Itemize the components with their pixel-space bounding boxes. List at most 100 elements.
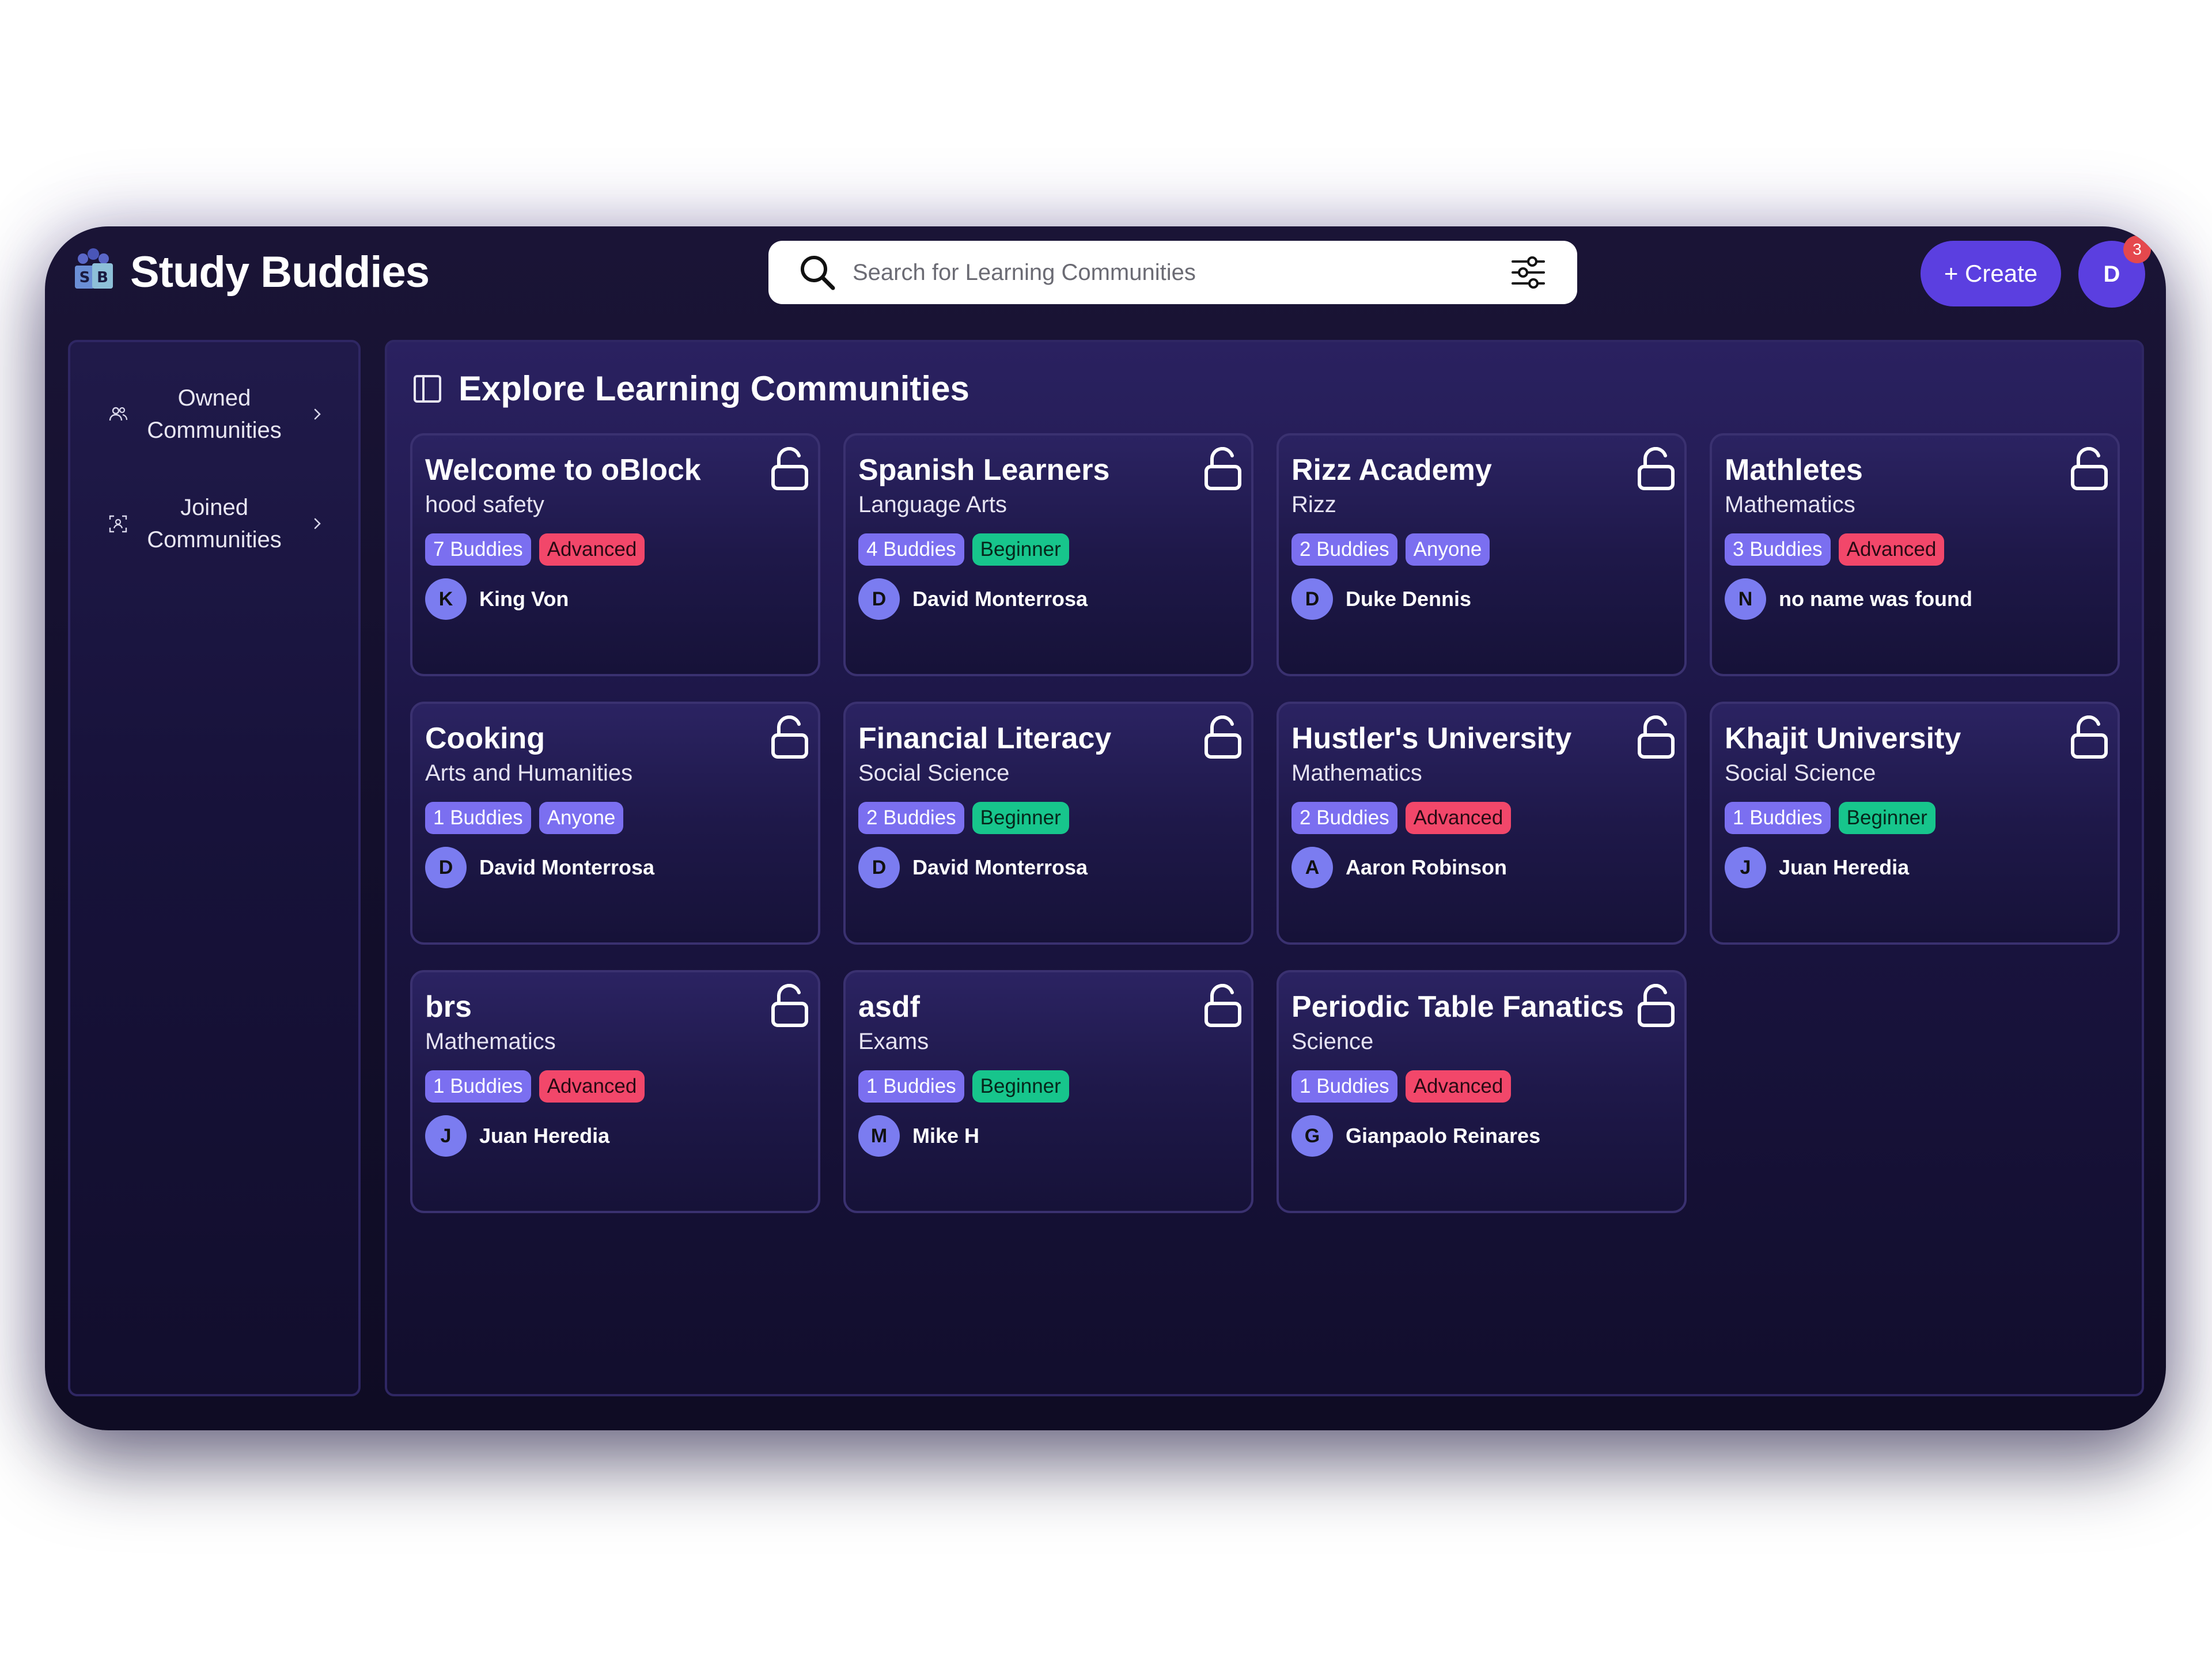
community-card[interactable]: Mathletes Mathematics 3 Buddies Advanced… (1710, 433, 2120, 676)
community-card[interactable]: brs Mathematics 1 Buddies Advanced J Jua… (410, 970, 820, 1213)
filter-sliders-icon[interactable] (1509, 253, 1547, 291)
owner-info: J Juan Heredia (1725, 847, 1909, 888)
unlocked-lock-icon[interactable] (2069, 715, 2109, 759)
explore-panel: Explore Learning Communities Welcome to … (385, 340, 2144, 1396)
page-title: Explore Learning Communities (459, 369, 969, 408)
community-subject: Arts and Humanities (425, 760, 633, 786)
owner-info: K King Von (425, 578, 569, 620)
community-subject: hood safety (425, 492, 544, 517)
community-subject: Exams (858, 1029, 929, 1054)
level-badge: Advanced (539, 533, 645, 566)
sidebar-item-owned-communities[interactable]: Owned Communities (70, 371, 358, 457)
brand-name: Study Buddies (130, 247, 430, 297)
community-subject: Science (1291, 1029, 1374, 1054)
community-card[interactable]: Rizz Academy Rizz 2 Buddies Anyone D Duk… (1277, 433, 1687, 676)
community-title: Cooking (425, 722, 545, 755)
community-title: Spanish Learners (858, 453, 1110, 487)
app-window: S B Study Buddies + Create D 3 (45, 226, 2166, 1430)
unlocked-lock-icon[interactable] (770, 715, 810, 759)
unlocked-lock-icon[interactable] (2069, 447, 2109, 491)
owner-avatar: K (425, 578, 467, 620)
chevron-right-icon (314, 408, 321, 420)
buddies-count-badge: 1 Buddies (425, 1070, 531, 1103)
tag-row: 7 Buddies Advanced (425, 533, 645, 566)
unlocked-lock-icon[interactable] (1203, 447, 1243, 491)
sidebar-toggle-icon[interactable] (412, 374, 442, 404)
community-card[interactable]: Financial Literacy Social Science 2 Budd… (843, 702, 1253, 945)
app-logo[interactable]: S B Study Buddies (70, 246, 430, 298)
unlocked-lock-icon[interactable] (1636, 984, 1676, 1028)
community-card[interactable]: Welcome to oBlock hood safety 7 Buddies … (410, 433, 820, 676)
unlocked-lock-icon[interactable] (770, 984, 810, 1028)
tag-row: 1 Buddies Advanced (1291, 1070, 1512, 1103)
community-card[interactable]: Cooking Arts and Humanities 1 Buddies An… (410, 702, 820, 945)
level-badge: Beginner (972, 533, 1069, 566)
owner-name: David Monterrosa (912, 587, 1088, 611)
community-title: asdf (858, 990, 920, 1024)
users-icon (109, 407, 128, 421)
community-title: Welcome to oBlock (425, 453, 701, 487)
unlocked-lock-icon[interactable] (1636, 715, 1676, 759)
level-badge: Advanced (1405, 802, 1512, 834)
search-icon[interactable] (797, 252, 838, 293)
level-badge: Anyone (1405, 533, 1490, 566)
owner-info: N no name was found (1725, 578, 1972, 620)
panel-header: Explore Learning Communities (412, 369, 969, 408)
unlocked-lock-icon[interactable] (1636, 447, 1676, 491)
tag-row: 4 Buddies Beginner (858, 533, 1069, 566)
unlocked-lock-icon[interactable] (770, 447, 810, 491)
level-badge: Advanced (1838, 533, 1945, 566)
owner-name: Juan Heredia (479, 1124, 610, 1147)
owner-name: Mike H (912, 1124, 980, 1147)
owner-info: A Aaron Robinson (1291, 847, 1507, 888)
community-title: Financial Literacy (858, 722, 1112, 755)
community-card[interactable]: Hustler's University Mathematics 2 Buddi… (1277, 702, 1687, 945)
owner-info: D David Monterrosa (425, 847, 654, 888)
community-subject: Rizz (1291, 492, 1336, 517)
sidebar: Owned Communities Joined Communities (68, 340, 361, 1396)
buddies-count-badge: 2 Buddies (858, 802, 964, 834)
community-subject: Social Science (858, 760, 1010, 786)
tag-row: 1 Buddies Beginner (858, 1070, 1069, 1103)
community-card[interactable]: Spanish Learners Language Arts 4 Buddies… (843, 433, 1253, 676)
owner-name: no name was found (1779, 587, 1973, 611)
owner-avatar: A (1291, 847, 1333, 888)
search-input[interactable] (851, 249, 1509, 296)
community-title: Hustler's University (1291, 722, 1572, 755)
community-subject: Language Arts (858, 492, 1007, 517)
logo-icon: S B (70, 246, 116, 298)
unlocked-lock-icon[interactable] (1203, 984, 1243, 1028)
tag-row: 2 Buddies Beginner (858, 802, 1069, 834)
owner-name: David Monterrosa (912, 855, 1088, 879)
level-badge: Beginner (972, 802, 1069, 834)
logo-letter-s: S (79, 269, 90, 286)
owner-avatar: J (1725, 847, 1766, 888)
buddies-count-badge: 1 Buddies (1725, 802, 1831, 834)
notification-badge: 3 (2123, 236, 2151, 263)
owner-avatar: J (425, 1115, 467, 1157)
user-scan-icon (109, 515, 127, 533)
community-card[interactable]: Khajit University Social Science 1 Buddi… (1710, 702, 2120, 945)
level-badge: Advanced (1405, 1070, 1512, 1103)
owner-name: Aaron Robinson (1346, 855, 1507, 879)
buddies-count-badge: 4 Buddies (858, 533, 964, 566)
create-button[interactable]: + Create (1921, 241, 2061, 306)
sidebar-item-joined-communities[interactable]: Joined Communities (70, 480, 358, 567)
community-card[interactable]: Periodic Table Fanatics Science 1 Buddie… (1277, 970, 1687, 1213)
owner-info: J Juan Heredia (425, 1115, 609, 1157)
community-subject: Social Science (1725, 760, 1876, 786)
community-title: brs (425, 990, 472, 1024)
owner-avatar: D (1291, 578, 1333, 620)
tag-row: 1 Buddies Anyone (425, 802, 624, 834)
community-card[interactable]: asdf Exams 1 Buddies Beginner M Mike H (843, 970, 1253, 1213)
owner-name: Gianpaolo Reinares (1346, 1124, 1541, 1147)
community-title: Rizz Academy (1291, 453, 1492, 487)
tag-row: 1 Buddies Advanced (425, 1070, 645, 1103)
unlocked-lock-icon[interactable] (1203, 715, 1243, 759)
buddies-count-badge: 1 Buddies (858, 1070, 964, 1103)
community-subject: Mathematics (1291, 760, 1422, 786)
tag-row: 2 Buddies Anyone (1291, 533, 1490, 566)
owner-avatar: D (858, 578, 900, 620)
search-bar (768, 241, 1577, 304)
community-title: Mathletes (1725, 453, 1863, 487)
